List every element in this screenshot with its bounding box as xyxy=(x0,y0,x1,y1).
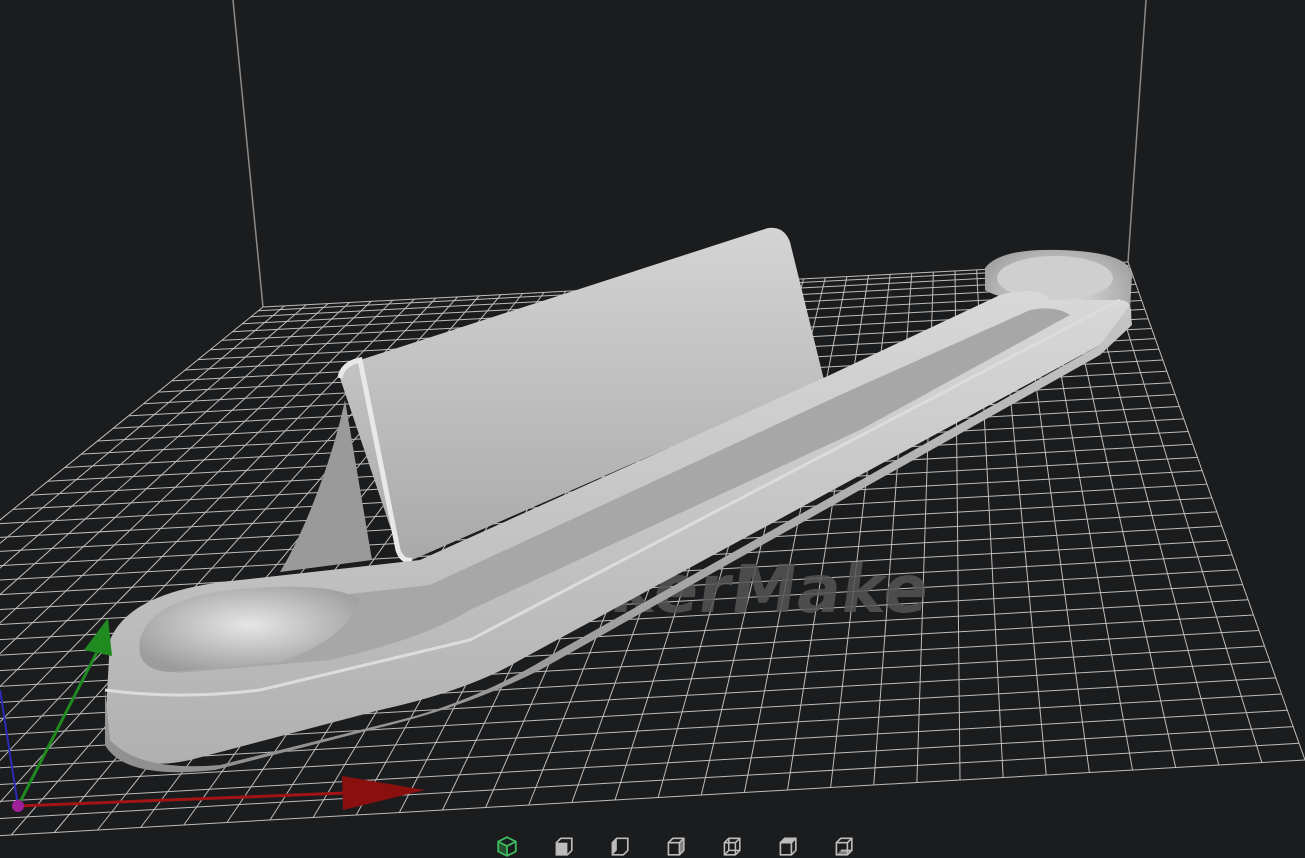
left-view-button[interactable] xyxy=(602,834,636,858)
grid-line xyxy=(1105,262,1263,763)
bottom-view-icon xyxy=(835,837,853,856)
back-view-icon xyxy=(723,837,741,856)
3d-viewport[interactable]: kerMake xyxy=(0,0,1305,858)
left-view-icon xyxy=(611,837,629,856)
bottom-view-button[interactable] xyxy=(826,834,860,858)
build-plate-scene[interactable]: kerMake xyxy=(0,0,1305,858)
front-view-icon xyxy=(555,837,573,856)
back-view-button[interactable] xyxy=(714,834,748,858)
iso-view-icon xyxy=(497,836,517,857)
top-view-button[interactable] xyxy=(770,834,804,858)
model-phone-stand[interactable] xyxy=(104,227,1132,773)
right-view-icon xyxy=(667,837,685,856)
front-view-button[interactable] xyxy=(546,834,580,858)
view-toolbar xyxy=(490,834,882,858)
top-view-icon xyxy=(779,837,797,856)
right-view-button[interactable] xyxy=(658,834,692,858)
iso-view-button[interactable] xyxy=(490,834,524,858)
